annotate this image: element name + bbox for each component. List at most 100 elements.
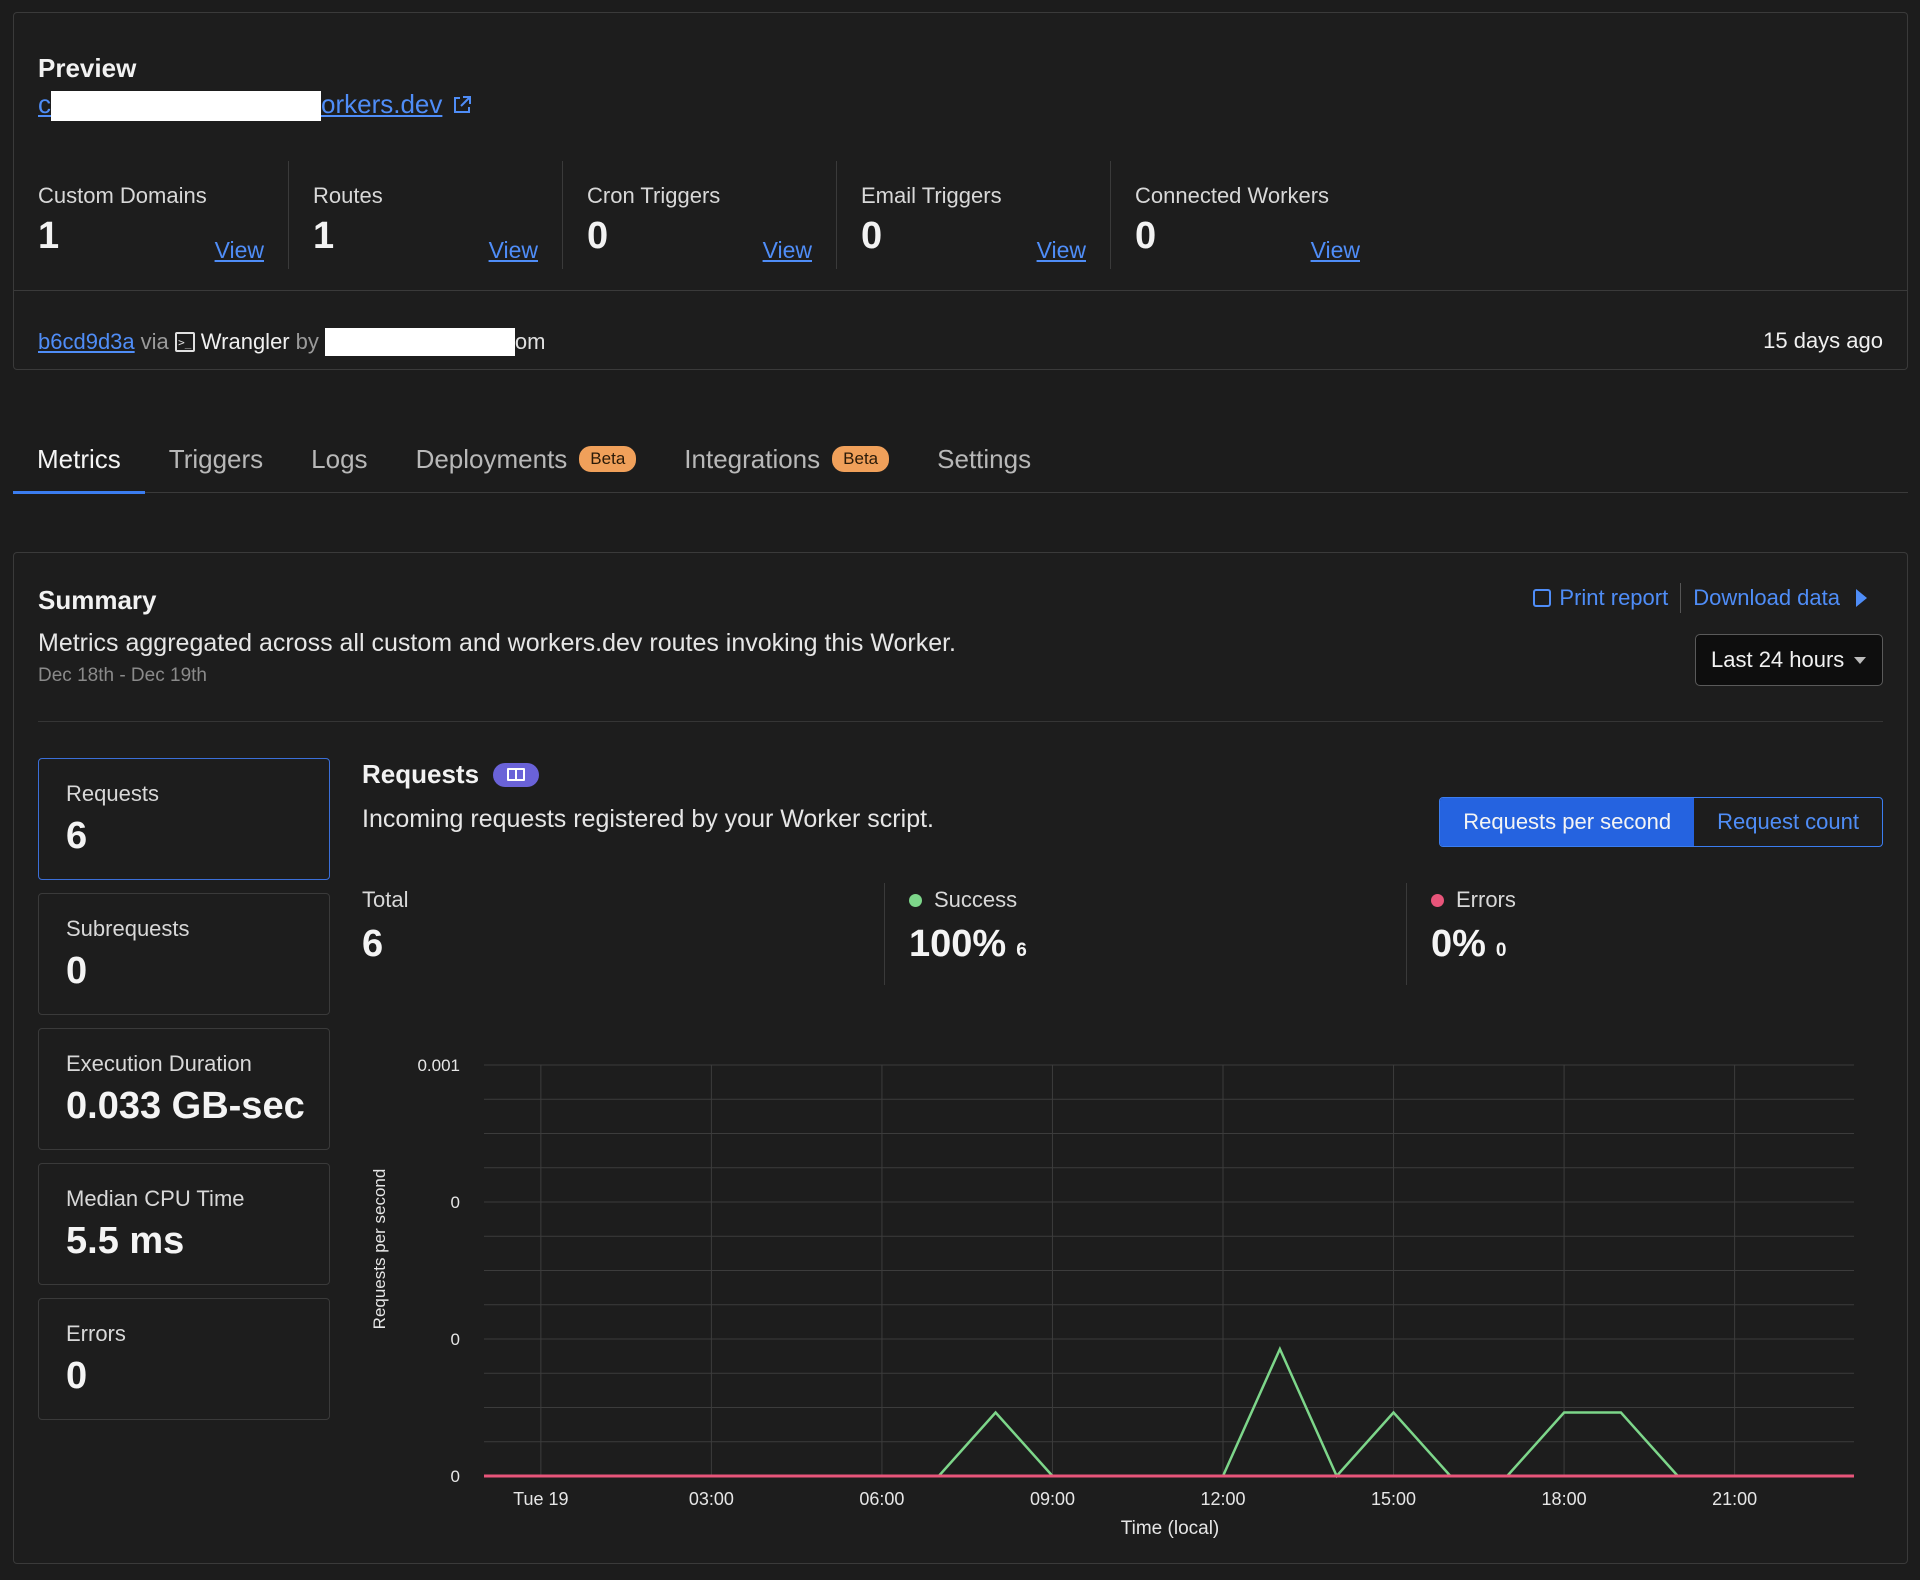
beta-badge: Beta (579, 446, 637, 472)
metric-card-errors[interactable]: Errors 0 (38, 1298, 330, 1420)
tab-integrations[interactable]: Integrations Beta (660, 425, 913, 493)
y-tick-label: 0 (451, 1193, 460, 1212)
deployment-row: b6cd9d3a via >_ Wrangler by om 15 days a… (14, 290, 1907, 370)
x-tick-label: 21:00 (1712, 1489, 1757, 1509)
preview-link[interactable]: c orkers.dev (38, 89, 443, 122)
docs-book-icon[interactable] (493, 762, 540, 787)
metric-value: 0.033 GB-sec (66, 1085, 305, 1127)
metric-card-subrequests[interactable]: Subrequests 0 (38, 893, 330, 1015)
action-divider (1680, 583, 1682, 613)
chart-y-axis-label: Requests per second (370, 1169, 389, 1330)
success-label: Success (934, 887, 1018, 912)
commit-link[interactable]: b6cd9d3a (38, 329, 135, 355)
total-label: Total (362, 887, 409, 912)
deployment-age: 15 days ago (1763, 328, 1883, 353)
success-value-row: 100% 6 (909, 923, 1406, 966)
preview-label: Preview (38, 53, 137, 83)
x-tick-label: 06:00 (859, 1489, 904, 1509)
summary-actions: Print report Download data (1533, 583, 1867, 613)
tab-settings[interactable]: Settings (913, 425, 1055, 493)
errors-value-row: 0% 0 (1431, 923, 1920, 966)
errors-value: 0% (1431, 923, 1486, 965)
metric-card-requests[interactable]: Requests 6 (38, 758, 330, 880)
x-tick-label: 03:00 (689, 1489, 734, 1509)
print-report-button[interactable]: Print report (1533, 585, 1668, 611)
metric-value: 0 (66, 1355, 88, 1397)
stat-label: Cron Triggers (587, 183, 721, 208)
time-range-value: Last 24 hours (1711, 647, 1845, 672)
view-custom-domains-link[interactable]: View (215, 237, 264, 264)
requests-per-second-button[interactable]: Requests per second (1440, 798, 1695, 846)
preview-url-suffix: orkers.dev (321, 89, 443, 119)
requests-title-label: Requests (362, 759, 480, 789)
chevron-down-icon (1854, 656, 1867, 664)
metric-value: 5.5 ms (66, 1220, 185, 1262)
view-routes-link[interactable]: View (489, 237, 538, 264)
request-totals: Total 6 Success 100% 6 Errors 0% 0 (362, 883, 1920, 985)
metric-card-median-cpu-time[interactable]: Median CPU Time 5.5 ms (38, 1163, 330, 1285)
metric-value: 0 (66, 950, 88, 992)
by-text: by (295, 329, 319, 354)
summary-description: Metrics aggregated across all custom and… (38, 629, 956, 657)
stat-value: 0 (587, 215, 609, 257)
stat-value: 0 (861, 215, 883, 257)
metrics-summary-card: Summary Metrics aggregated across all cu… (13, 552, 1908, 1564)
success-count: 6 (1016, 940, 1027, 961)
tab-metrics[interactable]: Metrics (13, 425, 145, 494)
series-line-success (484, 1345, 1854, 1479)
section-divider (38, 721, 1883, 722)
stat-label: Routes (313, 183, 383, 208)
tab-label: Triggers (168, 443, 264, 474)
view-cron-triggers-link[interactable]: View (763, 237, 812, 264)
beta-badge: Beta (832, 446, 890, 472)
tab-logs[interactable]: Logs (287, 425, 391, 493)
requests-line-chart: 0 0 0 0.001 Tue 19 03:00 06:00 09:00 12:00 15:00… (370, 1056, 1854, 1539)
stat-label: Email Triggers (861, 183, 1002, 208)
x-tick-label: 12:00 (1200, 1489, 1245, 1509)
x-tick-label: 09:00 (1030, 1489, 1075, 1509)
total-requests: Total 6 (362, 883, 884, 985)
success-dot-icon (909, 893, 922, 907)
author-tail: om (514, 329, 546, 354)
view-email-triggers-link[interactable]: View (1037, 237, 1086, 264)
external-link-icon[interactable] (452, 95, 472, 115)
chart-grid-horizontal (484, 1064, 1854, 1477)
preview-url-prefix: c (38, 89, 51, 119)
x-tick-label: 15:00 (1371, 1489, 1416, 1509)
tab-label: Settings (937, 443, 1032, 474)
x-tick-label: Tue 19 (513, 1489, 568, 1509)
stat-label: Custom Domains (38, 183, 207, 208)
tab-label: Deployments (415, 443, 568, 474)
stat-value: 1 (38, 215, 60, 257)
tab-triggers[interactable]: Triggers (145, 425, 287, 493)
download-data-label: Download data (1693, 585, 1840, 610)
metric-card-execution-duration[interactable]: Execution Duration 0.033 GB-sec (38, 1028, 330, 1150)
tab-deployments[interactable]: Deployments Beta (392, 425, 661, 493)
redacted-block (51, 91, 321, 122)
view-connected-workers-link[interactable]: View (1311, 237, 1360, 264)
request-count-button[interactable]: Request count (1694, 798, 1882, 846)
worker-tabs: Metrics Triggers Logs Deployments Beta In… (13, 425, 1908, 494)
time-range-select[interactable]: Last 24 hours (1695, 634, 1883, 686)
via-text: via (140, 329, 169, 354)
errors-dot-icon (1431, 893, 1444, 907)
success-value: 100% (909, 923, 1007, 965)
chart-x-axis-label: Time (local) (1121, 1518, 1220, 1539)
download-data-button[interactable]: Download data (1693, 585, 1867, 611)
metric-label: Execution Duration (66, 1051, 252, 1076)
chart-series (484, 1345, 1854, 1479)
worker-overview-card: Preview c orkers.dev Custom Domains 1 Vie… (13, 12, 1908, 370)
metric-label: Median CPU Time (66, 1186, 245, 1211)
metric-label: Errors (66, 1321, 126, 1346)
errors-count: 0 (1495, 940, 1507, 961)
preview-url[interactable]: c orkers.dev (38, 89, 472, 122)
tab-label: Integrations (684, 443, 821, 474)
caret-right-icon (1856, 589, 1867, 607)
stat-label: Connected Workers (1135, 183, 1330, 208)
summary-date-range: Dec 18th - Dec 19th (38, 665, 207, 686)
redacted-block (324, 328, 515, 356)
y-tick-label: 0.001 (417, 1056, 460, 1075)
stat-connected-workers: Connected Workers 0 View (1110, 161, 1384, 269)
metric-label: Subrequests (66, 916, 190, 941)
requests-description: Incoming requests registered by your Wor… (362, 805, 934, 833)
